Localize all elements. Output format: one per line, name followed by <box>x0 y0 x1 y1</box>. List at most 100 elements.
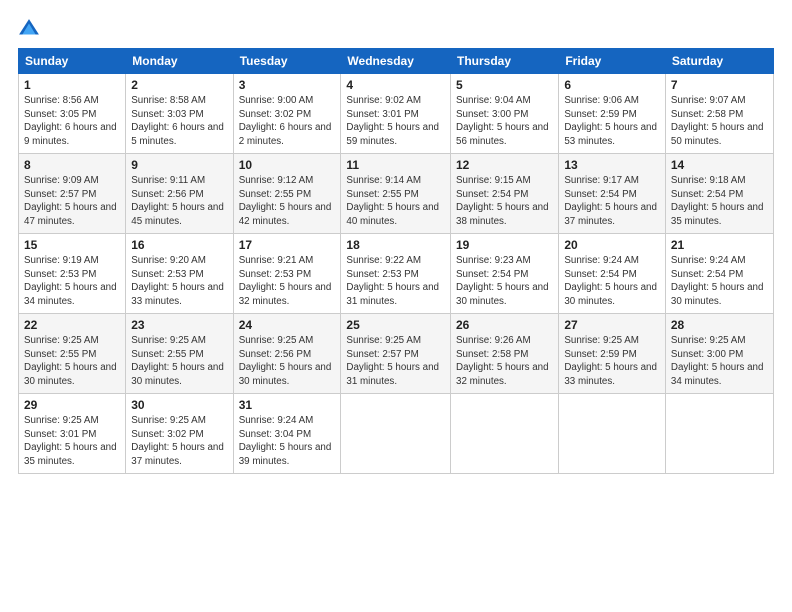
day-number: 15 <box>24 238 120 252</box>
day-info: Sunrise: 9:00 AM Sunset: 3:02 PM Dayligh… <box>239 94 336 149</box>
sunrise-label: Sunrise: 9:19 AM <box>24 255 99 266</box>
sunset-label: Sunset: 2:55 PM <box>24 349 96 360</box>
day-number: 11 <box>346 158 445 172</box>
sunset-label: Sunset: 2:55 PM <box>346 189 418 200</box>
calendar-week-3: 15 Sunrise: 9:19 AM Sunset: 2:53 PM Dayl… <box>19 234 774 314</box>
day-info: Sunrise: 9:02 AM Sunset: 3:01 PM Dayligh… <box>346 94 445 149</box>
day-info: Sunrise: 9:12 AM Sunset: 2:55 PM Dayligh… <box>239 174 336 229</box>
sunset-label: Sunset: 3:00 PM <box>671 349 743 360</box>
day-info: Sunrise: 9:20 AM Sunset: 2:53 PM Dayligh… <box>131 254 227 309</box>
daylight-label: Daylight: 5 hours and 30 minutes. <box>456 282 549 307</box>
daylight-label: Daylight: 5 hours and 30 minutes. <box>671 282 764 307</box>
calendar-cell: 9 Sunrise: 9:11 AM Sunset: 2:56 PM Dayli… <box>126 154 233 234</box>
daylight-label: Daylight: 5 hours and 53 minutes. <box>564 122 657 147</box>
sunrise-label: Sunrise: 9:25 AM <box>131 415 206 426</box>
daylight-label: Daylight: 5 hours and 37 minutes. <box>131 442 224 467</box>
col-header-friday: Friday <box>559 49 666 74</box>
day-info: Sunrise: 9:07 AM Sunset: 2:58 PM Dayligh… <box>671 94 768 149</box>
day-info: Sunrise: 9:22 AM Sunset: 2:53 PM Dayligh… <box>346 254 445 309</box>
calendar-cell: 13 Sunrise: 9:17 AM Sunset: 2:54 PM Dayl… <box>559 154 666 234</box>
sunrise-label: Sunrise: 9:23 AM <box>456 255 531 266</box>
day-number: 25 <box>346 318 445 332</box>
day-info: Sunrise: 9:25 AM Sunset: 2:55 PM Dayligh… <box>24 334 120 389</box>
sunset-label: Sunset: 3:02 PM <box>131 429 203 440</box>
calendar-cell: 3 Sunrise: 9:00 AM Sunset: 3:02 PM Dayli… <box>233 74 341 154</box>
calendar-cell: 29 Sunrise: 9:25 AM Sunset: 3:01 PM Dayl… <box>19 394 126 474</box>
col-header-sunday: Sunday <box>19 49 126 74</box>
day-number: 22 <box>24 318 120 332</box>
sunset-label: Sunset: 2:53 PM <box>346 269 418 280</box>
sunset-label: Sunset: 3:03 PM <box>131 109 203 120</box>
day-info: Sunrise: 9:15 AM Sunset: 2:54 PM Dayligh… <box>456 174 553 229</box>
day-info: Sunrise: 9:25 AM Sunset: 3:02 PM Dayligh… <box>131 414 227 469</box>
sunrise-label: Sunrise: 9:25 AM <box>239 335 314 346</box>
sunrise-label: Sunrise: 9:21 AM <box>239 255 314 266</box>
sunrise-label: Sunrise: 9:02 AM <box>346 95 421 106</box>
day-number: 14 <box>671 158 768 172</box>
calendar-week-2: 8 Sunrise: 9:09 AM Sunset: 2:57 PM Dayli… <box>19 154 774 234</box>
calendar-cell: 23 Sunrise: 9:25 AM Sunset: 2:55 PM Dayl… <box>126 314 233 394</box>
day-number: 6 <box>564 78 660 92</box>
daylight-label: Daylight: 5 hours and 42 minutes. <box>239 202 332 227</box>
calendar-cell: 25 Sunrise: 9:25 AM Sunset: 2:57 PM Dayl… <box>341 314 451 394</box>
col-header-monday: Monday <box>126 49 233 74</box>
day-number: 10 <box>239 158 336 172</box>
sunset-label: Sunset: 2:54 PM <box>456 189 528 200</box>
calendar-cell <box>341 394 451 474</box>
day-number: 3 <box>239 78 336 92</box>
day-info: Sunrise: 9:04 AM Sunset: 3:00 PM Dayligh… <box>456 94 553 149</box>
daylight-label: Daylight: 5 hours and 32 minutes. <box>239 282 332 307</box>
day-info: Sunrise: 9:18 AM Sunset: 2:54 PM Dayligh… <box>671 174 768 229</box>
daylight-label: Daylight: 5 hours and 31 minutes. <box>346 362 439 387</box>
day-number: 7 <box>671 78 768 92</box>
day-info: Sunrise: 9:25 AM Sunset: 3:00 PM Dayligh… <box>671 334 768 389</box>
day-info: Sunrise: 9:11 AM Sunset: 2:56 PM Dayligh… <box>131 174 227 229</box>
sunset-label: Sunset: 2:59 PM <box>564 349 636 360</box>
calendar-week-1: 1 Sunrise: 8:56 AM Sunset: 3:05 PM Dayli… <box>19 74 774 154</box>
sunrise-label: Sunrise: 9:04 AM <box>456 95 531 106</box>
calendar-week-4: 22 Sunrise: 9:25 AM Sunset: 2:55 PM Dayl… <box>19 314 774 394</box>
daylight-label: Daylight: 5 hours and 30 minutes. <box>24 362 117 387</box>
day-number: 5 <box>456 78 553 92</box>
sunrise-label: Sunrise: 9:25 AM <box>24 335 99 346</box>
day-info: Sunrise: 9:14 AM Sunset: 2:55 PM Dayligh… <box>346 174 445 229</box>
sunset-label: Sunset: 2:53 PM <box>24 269 96 280</box>
sunset-label: Sunset: 2:53 PM <box>131 269 203 280</box>
col-header-tuesday: Tuesday <box>233 49 341 74</box>
day-info: Sunrise: 9:25 AM Sunset: 2:59 PM Dayligh… <box>564 334 660 389</box>
sunset-label: Sunset: 3:05 PM <box>24 109 96 120</box>
calendar-header-row: SundayMondayTuesdayWednesdayThursdayFrid… <box>19 49 774 74</box>
calendar-cell: 19 Sunrise: 9:23 AM Sunset: 2:54 PM Dayl… <box>451 234 559 314</box>
day-number: 20 <box>564 238 660 252</box>
col-header-saturday: Saturday <box>665 49 773 74</box>
day-number: 21 <box>671 238 768 252</box>
calendar-cell: 20 Sunrise: 9:24 AM Sunset: 2:54 PM Dayl… <box>559 234 666 314</box>
daylight-label: Daylight: 6 hours and 9 minutes. <box>24 122 117 147</box>
calendar-cell: 28 Sunrise: 9:25 AM Sunset: 3:00 PM Dayl… <box>665 314 773 394</box>
calendar-cell: 4 Sunrise: 9:02 AM Sunset: 3:01 PM Dayli… <box>341 74 451 154</box>
daylight-label: Daylight: 5 hours and 31 minutes. <box>346 282 439 307</box>
sunrise-label: Sunrise: 9:26 AM <box>456 335 531 346</box>
day-info: Sunrise: 9:19 AM Sunset: 2:53 PM Dayligh… <box>24 254 120 309</box>
daylight-label: Daylight: 6 hours and 5 minutes. <box>131 122 224 147</box>
day-number: 31 <box>239 398 336 412</box>
sunset-label: Sunset: 3:01 PM <box>24 429 96 440</box>
day-info: Sunrise: 8:56 AM Sunset: 3:05 PM Dayligh… <box>24 94 120 149</box>
sunset-label: Sunset: 2:57 PM <box>346 349 418 360</box>
sunset-label: Sunset: 3:04 PM <box>239 429 311 440</box>
day-number: 8 <box>24 158 120 172</box>
logo <box>18 18 44 40</box>
calendar-cell: 18 Sunrise: 9:22 AM Sunset: 2:53 PM Dayl… <box>341 234 451 314</box>
calendar-cell: 27 Sunrise: 9:25 AM Sunset: 2:59 PM Dayl… <box>559 314 666 394</box>
sunrise-label: Sunrise: 9:25 AM <box>131 335 206 346</box>
day-info: Sunrise: 9:25 AM Sunset: 3:01 PM Dayligh… <box>24 414 120 469</box>
day-number: 23 <box>131 318 227 332</box>
sunrise-label: Sunrise: 8:58 AM <box>131 95 206 106</box>
sunset-label: Sunset: 2:56 PM <box>239 349 311 360</box>
day-number: 19 <box>456 238 553 252</box>
daylight-label: Daylight: 5 hours and 47 minutes. <box>24 202 117 227</box>
col-header-thursday: Thursday <box>451 49 559 74</box>
calendar-week-5: 29 Sunrise: 9:25 AM Sunset: 3:01 PM Dayl… <box>19 394 774 474</box>
day-number: 12 <box>456 158 553 172</box>
daylight-label: Daylight: 6 hours and 2 minutes. <box>239 122 332 147</box>
